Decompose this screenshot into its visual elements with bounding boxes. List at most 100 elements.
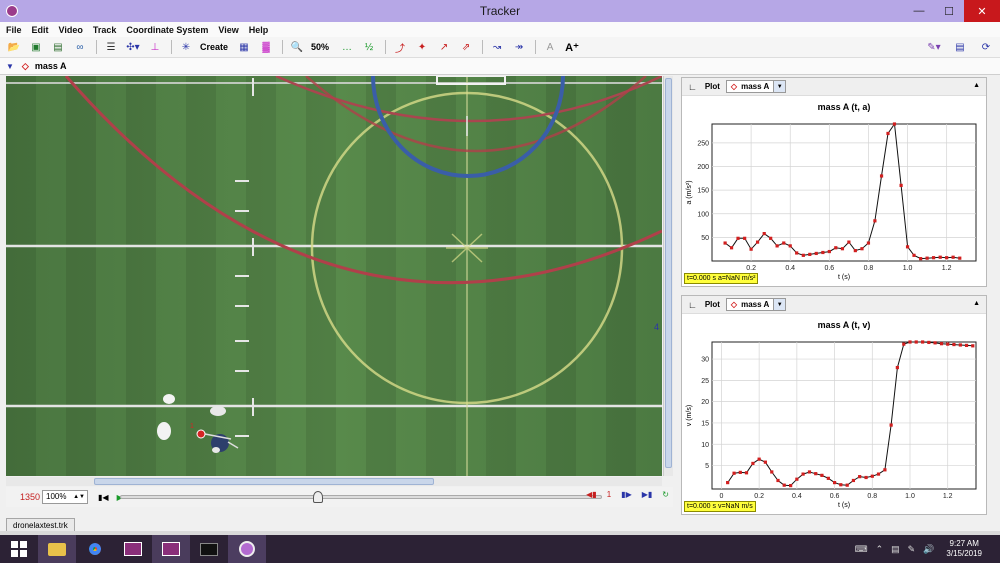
- plot-chart-velocity[interactable]: mass A (t, v) 0 0.2 0.4 0.6 0.8 1.0 1.2 5 10 15 20 2…: [682, 314, 986, 515]
- frame-number[interactable]: 1350: [20, 492, 42, 502]
- import-video-icon[interactable]: ▤: [50, 40, 66, 54]
- vector-stamp-icon[interactable]: ↝: [489, 40, 505, 54]
- video-vertical-scrollbar[interactable]: [663, 76, 673, 476]
- data-point: [726, 481, 730, 485]
- video-horizontal-scrollbar[interactable]: [6, 477, 662, 486]
- menu-video[interactable]: Video: [59, 25, 83, 35]
- data-point: [858, 475, 862, 479]
- track-bar-track-name[interactable]: mass A: [35, 61, 67, 71]
- close-button[interactable]: ✕: [964, 0, 1000, 22]
- plot-button[interactable]: Plot: [705, 300, 720, 309]
- taskbar-terminal[interactable]: [190, 535, 228, 563]
- data-point: [795, 251, 799, 255]
- data-point: [795, 477, 799, 481]
- axes-icon[interactable]: ⊥: [147, 40, 163, 54]
- track-bar-collapse-icon[interactable]: ▼: [6, 62, 14, 71]
- clock[interactable]: 9:27 AM 3/15/2019: [946, 539, 982, 559]
- chevron-down-icon[interactable]: ▼: [773, 299, 786, 310]
- menu-track[interactable]: Track: [93, 25, 117, 35]
- data-point: [938, 255, 942, 259]
- velocity-vector-icon[interactable]: ↗: [436, 40, 452, 54]
- data-point: [889, 423, 893, 427]
- step-back-icon[interactable]: ◀▮: [586, 490, 597, 499]
- start-button[interactable]: [0, 535, 38, 563]
- loop-icon[interactable]: ↻: [662, 490, 669, 499]
- data-table-icon[interactable]: ▦: [236, 40, 252, 54]
- menu-view[interactable]: View: [218, 25, 238, 35]
- save-icon[interactable]: ▣: [28, 40, 44, 54]
- plot-body[interactable]: mass A (t, v) 0 0.2 0.4 0.6 0.8 1.0 1.2 5 10 15 20 2…: [682, 314, 986, 515]
- create-track-icon[interactable]: ✳: [178, 40, 194, 54]
- autotracker-icon[interactable]: …: [339, 40, 355, 54]
- taskbar-tracker[interactable]: [228, 535, 266, 563]
- font-smaller-icon[interactable]: A: [542, 40, 558, 54]
- plot-track-select[interactable]: ◇ mass A ▼: [725, 298, 787, 311]
- go-to-end-icon[interactable]: ▶▮: [642, 490, 653, 499]
- refresh-icon[interactable]: ⟳: [978, 40, 994, 54]
- step-size[interactable]: 1: [607, 490, 611, 499]
- chevron-down-icon[interactable]: ▼: [773, 81, 786, 92]
- vertical-scroll-thumb[interactable]: [665, 78, 672, 468]
- menu-help[interactable]: Help: [249, 25, 269, 35]
- clip-settings-icon[interactable]: ☰: [103, 40, 119, 54]
- zoom-level[interactable]: 50%: [311, 40, 329, 54]
- keyboard-icon[interactable]: ⌨: [855, 544, 868, 555]
- menu-file[interactable]: File: [6, 25, 22, 35]
- plot-chart-acceleration[interactable]: mass A (t, a) 0.2 0.4 0.6 0.8 1.0 1.2 50 100 150 2…: [682, 96, 986, 287]
- create-button[interactable]: Create: [200, 40, 228, 54]
- y-tick-label: 20: [701, 399, 709, 406]
- minimize-button[interactable]: —: [904, 0, 934, 22]
- go-to-start-icon[interactable]: ▮◀: [98, 493, 109, 502]
- drawing-tools-icon[interactable]: ✎▾: [926, 40, 942, 54]
- data-point: [919, 257, 923, 261]
- collapse-icon[interactable]: ▲: [973, 300, 980, 307]
- horizontal-scroll-thumb[interactable]: [94, 478, 434, 485]
- acceleration-vector-icon[interactable]: ⇗: [458, 40, 474, 54]
- plot-button[interactable]: Plot: [705, 82, 720, 91]
- terminal-icon: [200, 542, 218, 556]
- taskbar-app-1[interactable]: [114, 535, 152, 563]
- video-frame[interactable]: 1: [6, 76, 662, 476]
- data-point: [945, 256, 949, 260]
- taskbar-chrome[interactable]: [76, 535, 114, 563]
- zoom-icon[interactable]: 🔍: [289, 40, 305, 54]
- data-point: [951, 255, 955, 259]
- volume-icon[interactable]: 🔊: [923, 544, 934, 555]
- track-control-icon[interactable]: ▓: [258, 40, 274, 54]
- frame-slider-knob[interactable]: [313, 491, 323, 503]
- plot-body[interactable]: mass A (t, a) 0.2 0.4 0.6 0.8 1.0 1.2 50 100 150 2…: [682, 96, 986, 287]
- data-point: [883, 468, 887, 472]
- data-point: [939, 342, 944, 346]
- frame-step-icon[interactable]: ½: [361, 40, 377, 54]
- menu-edit[interactable]: Edit: [32, 25, 49, 35]
- link-icon[interactable]: ∞: [72, 40, 88, 54]
- data-point: [964, 343, 969, 348]
- zoom-select[interactable]: 100% ▲▼: [42, 490, 88, 504]
- trails-icon[interactable]: ⤴: [392, 40, 408, 55]
- open-folder-icon[interactable]: 📂: [6, 40, 22, 54]
- notes-icon[interactable]: ▤: [952, 40, 968, 54]
- step-forward-icon[interactable]: ▮▶: [621, 490, 632, 499]
- vector-sum-icon[interactable]: ↠: [511, 40, 527, 54]
- plot-panel-acceleration: ∟ Plot ◇ mass A ▼ ▲ mass A (t, a) 0.2 0.4 0…: [681, 77, 987, 287]
- plot-track-select[interactable]: ◇ mass A ▼: [725, 80, 787, 93]
- data-point: [839, 483, 843, 487]
- plot-axes-icon: ∟: [688, 299, 697, 310]
- file-tab[interactable]: dronelaxtest.trk: [6, 518, 75, 532]
- maximize-button[interactable]: ☐: [934, 0, 964, 22]
- taskbar-app-2[interactable]: [152, 535, 190, 563]
- video-player-controls: 1350 100%▲▼ ▮◀ ▶ ◀▮ 1 ▮▶ ▶▮ ↻: [6, 487, 673, 507]
- pen-icon[interactable]: ✎: [908, 544, 916, 555]
- data-point: [755, 240, 760, 244]
- data-point: [782, 241, 786, 245]
- taskbar-file-explorer[interactable]: [38, 535, 76, 563]
- network-icon[interactable]: ▤: [891, 544, 900, 555]
- calibration-tools-icon[interactable]: ✣▾: [125, 40, 141, 54]
- font-larger-icon[interactable]: A⁺: [564, 40, 580, 54]
- collapse-icon[interactable]: ▲: [973, 82, 980, 89]
- data-point: [744, 471, 749, 475]
- marks-icon[interactable]: ✦: [414, 40, 430, 54]
- tray-chevron-icon[interactable]: ⌃: [876, 544, 884, 555]
- menu-coordinate-system[interactable]: Coordinate System: [126, 25, 208, 35]
- frame-slider[interactable]: [120, 491, 602, 503]
